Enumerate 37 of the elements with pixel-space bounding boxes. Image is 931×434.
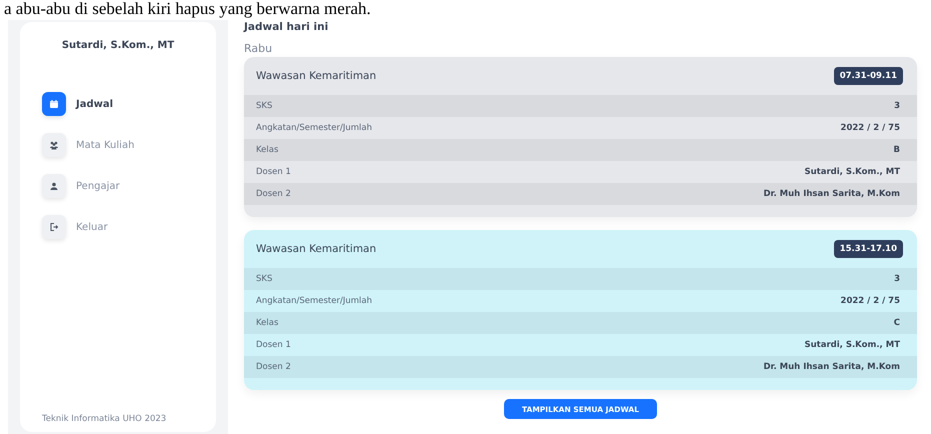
- users-icon: [49, 140, 59, 150]
- field-label: Kelas: [256, 145, 278, 155]
- field-value: Sutardi, S.Kom., MT: [804, 340, 900, 350]
- field-value: Dr. Muh Ihsan Sarita, M.Kom: [763, 362, 900, 372]
- document-text: a abu-abu di sebelah kiri hapus yang berwarna merah.: [4, 0, 371, 18]
- user-name: Sutardi, S.Kom., MT: [62, 40, 174, 51]
- field-value: 3: [894, 274, 900, 284]
- course-title: Wawasan Kemaritiman: [256, 243, 376, 255]
- field-value: 2022 / 2 / 75: [840, 296, 900, 306]
- time-badge: 07.31-09.11: [834, 67, 903, 85]
- field-label: SKS: [256, 101, 272, 111]
- time-badge: 15.31-17.10: [834, 240, 903, 258]
- day-label: Rabu: [244, 42, 274, 57]
- nav-item[interactable]: Keluar: [42, 214, 108, 240]
- nav-item[interactable]: Pengajar: [42, 173, 120, 199]
- field-label: Dosen 1: [256, 340, 291, 350]
- user-icon: [49, 181, 59, 191]
- field-label: Dosen 1: [256, 167, 291, 177]
- field-label: Angkatan/Semester/Jumlah: [256, 123, 372, 133]
- field-value: Dr. Muh Ihsan Sarita, M.Kom: [763, 189, 900, 199]
- field-value: 3: [894, 101, 900, 111]
- field-value: C: [894, 318, 900, 328]
- field-value: B: [894, 145, 900, 155]
- calendar-icon: [49, 99, 59, 109]
- nav-item[interactable]: Jadwal: [42, 91, 114, 117]
- field-label: Dosen 2: [256, 189, 291, 199]
- field-label: SKS: [256, 274, 272, 284]
- field-label: Angkatan/Semester/Jumlah: [256, 296, 372, 306]
- logout-icon: [49, 222, 59, 232]
- field-value: 2022 / 2 / 75: [840, 123, 900, 133]
- footer-text: Teknik Informatika UHO 2023: [42, 414, 168, 424]
- field-label: Kelas: [256, 318, 278, 328]
- course-title: Wawasan Kemaritiman: [256, 70, 376, 82]
- field-label: Dosen 2: [256, 362, 291, 372]
- field-value: Sutardi, S.Kom., MT: [804, 167, 900, 177]
- nav-item[interactable]: Mata Kuliah: [42, 132, 134, 158]
- section-heading: Jadwal hari ini: [244, 20, 330, 35]
